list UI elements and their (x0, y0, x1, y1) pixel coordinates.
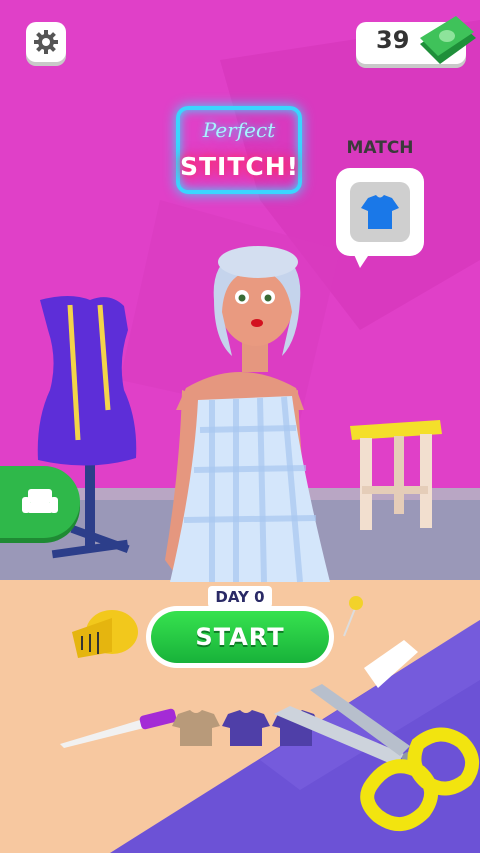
neon-sign: Perfect STITCH! (176, 106, 302, 194)
start-button-label: START (151, 611, 329, 663)
shirt-icon (361, 195, 399, 229)
neon-sign-script: Perfect (202, 118, 276, 142)
match-label: MATCH (346, 138, 414, 158)
match-target (350, 182, 410, 242)
start-button[interactable]: START (146, 606, 334, 668)
settings-button[interactable] (26, 22, 66, 62)
decor-button[interactable] (0, 466, 80, 538)
stool (350, 420, 442, 530)
match-bubble-tail (352, 250, 372, 268)
neon-sign-title: STITCH! (180, 152, 300, 181)
sofa-icon (22, 489, 58, 513)
gear-icon (34, 30, 58, 54)
currency-value: 39 (376, 26, 410, 54)
day-label: DAY 0 (208, 586, 272, 608)
money-icon (420, 16, 476, 64)
